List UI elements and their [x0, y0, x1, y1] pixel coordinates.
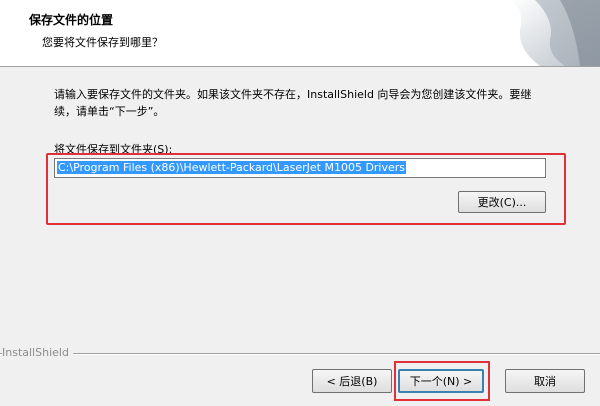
- page-title: 保存文件的位置: [29, 13, 114, 27]
- page-subtitle: 您要将文件保存到哪里？: [42, 36, 163, 49]
- path-highlight-annotation: [46, 153, 566, 225]
- footer-divider: [0, 353, 600, 355]
- installshield-brand: InstallShield: [2, 346, 73, 359]
- wizard-banner-graphic: [480, 0, 600, 66]
- wizard-header: 保存文件的位置 您要将文件保存到哪里？: [0, 0, 600, 67]
- next-highlight-annotation: [394, 361, 490, 401]
- back-button[interactable]: < 后退(B): [312, 369, 392, 393]
- instruction-text: 请输入要保存文件的文件夹。如果该文件夹不存在，InstallShield 向导会…: [54, 88, 532, 118]
- cancel-button[interactable]: 取消: [505, 369, 585, 393]
